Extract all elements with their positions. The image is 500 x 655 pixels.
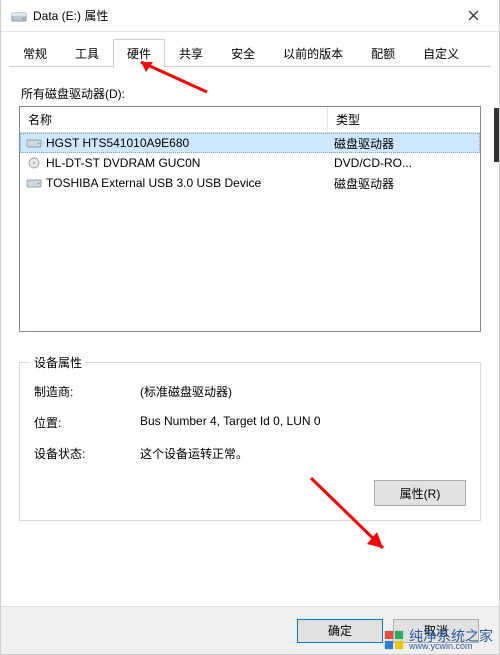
group-legend: 设备属性 <box>30 354 86 371</box>
drives-label: 所有磁盘驱动器(D): <box>21 85 479 102</box>
drive-list[interactable]: 名称 类型 HGST HTS541010A9E680 磁盘驱动器 <box>19 106 481 332</box>
status-label: 设备状态: <box>34 445 140 462</box>
tab-tools[interactable]: 工具 <box>61 39 113 68</box>
cancel-button[interactable]: 取消 <box>393 619 479 643</box>
tab-custom[interactable]: 自定义 <box>409 39 473 68</box>
device-properties-button[interactable]: 属性(R) <box>374 480 466 506</box>
location-value: Bus Number 4, Target Id 0, LUN 0 <box>140 414 466 431</box>
tab-security[interactable]: 安全 <box>217 39 269 68</box>
optical-icon <box>26 157 42 169</box>
row-type: 磁盘驱动器 <box>328 135 480 152</box>
list-row[interactable]: HGST HTS541010A9E680 磁盘驱动器 <box>20 133 480 153</box>
row-type: 磁盘驱动器 <box>328 175 480 192</box>
status-value: 这个设备运转正常。 <box>140 445 466 462</box>
window-title: Data (E:) 属性 <box>33 7 453 24</box>
tab-sharing[interactable]: 共享 <box>165 39 217 68</box>
properties-dialog: Data (E:) 属性 常规 工具 硬件 共享 安全 以前的版本 配额 自定义… <box>0 0 500 655</box>
tab-hardware[interactable]: 硬件 <box>113 39 165 68</box>
col-type[interactable]: 类型 <box>328 107 480 133</box>
list-body: HGST HTS541010A9E680 磁盘驱动器 HL-DT-ST DVDR… <box>20 133 480 193</box>
row-name: TOSHIBA External USB 3.0 USB Device <box>46 176 261 190</box>
list-row[interactable]: TOSHIBA External USB 3.0 USB Device 磁盘驱动… <box>20 173 480 193</box>
hdd-icon <box>26 177 42 189</box>
location-label: 位置: <box>34 414 140 431</box>
list-header: 名称 类型 <box>20 107 480 133</box>
close-button[interactable] <box>453 2 493 30</box>
drive-icon <box>11 8 27 24</box>
manufacturer-value: (标准磁盘驱动器) <box>140 383 466 400</box>
row-type: DVD/CD-RO... <box>328 156 480 170</box>
titlebar[interactable]: Data (E:) 属性 <box>1 0 499 32</box>
dialog-footer: 确定 取消 <box>1 606 499 654</box>
tab-strip: 常规 工具 硬件 共享 安全 以前的版本 配额 自定义 <box>1 32 499 67</box>
hdd-icon <box>26 137 42 149</box>
row-name: HL-DT-ST DVDRAM GUC0N <box>46 156 200 170</box>
col-name[interactable]: 名称 <box>20 107 328 133</box>
ok-button[interactable]: 确定 <box>297 619 383 643</box>
manufacturer-label: 制造商: <box>34 383 140 400</box>
device-properties-group: 设备属性 制造商: (标准磁盘驱动器) 位置: Bus Number 4, Ta… <box>19 362 481 521</box>
list-row[interactable]: HL-DT-ST DVDRAM GUC0N DVD/CD-RO... <box>20 153 480 173</box>
tab-content: 所有磁盘驱动器(D): 名称 类型 HGST HTS541010A9E680 磁… <box>1 67 499 521</box>
tab-previous[interactable]: 以前的版本 <box>269 39 357 68</box>
row-name: HGST HTS541010A9E680 <box>46 136 189 150</box>
edge-sliver <box>494 108 499 162</box>
tab-quota[interactable]: 配额 <box>357 39 409 68</box>
tab-general[interactable]: 常规 <box>9 39 61 68</box>
